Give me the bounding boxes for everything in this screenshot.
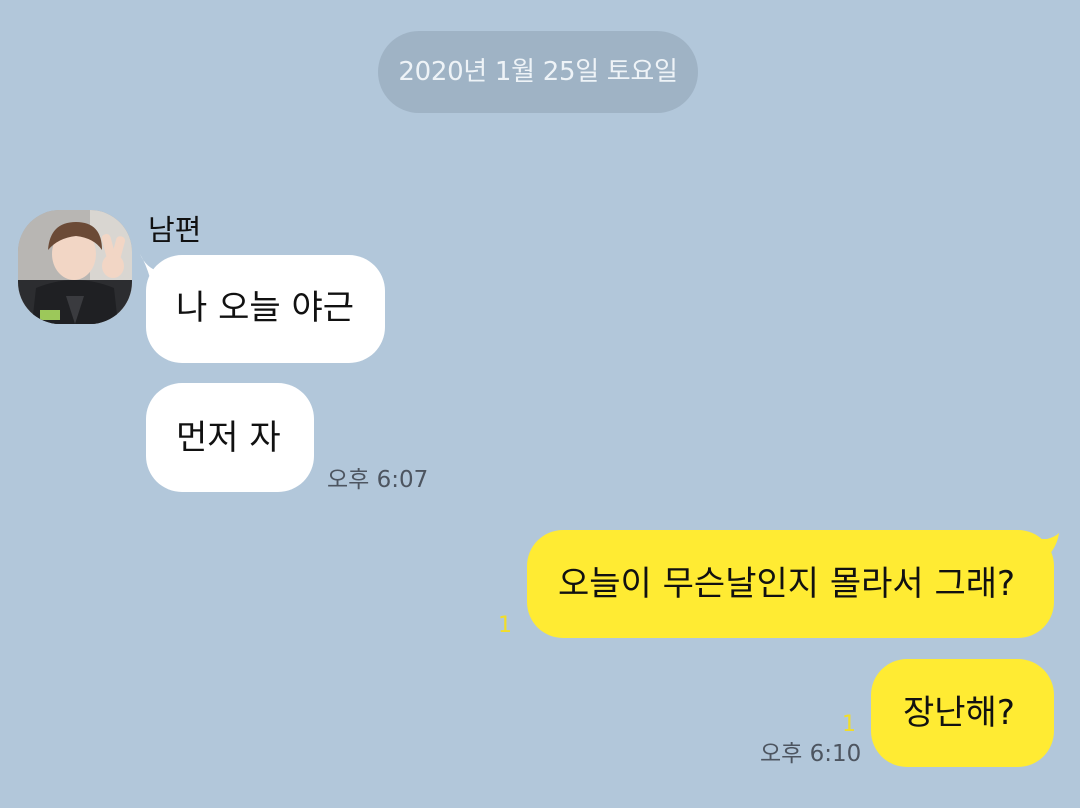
date-divider: 2020년 1월 25일 토요일 [378, 31, 698, 113]
avatar-image [18, 210, 132, 324]
message-time: 오후 6:07 [327, 467, 429, 493]
message-time: 오후 6:10 [760, 741, 862, 767]
sender-name: 남편 [148, 213, 202, 247]
message-text: 오늘이 무슨날인지 몰라서 그래? [558, 564, 1016, 604]
incoming-message-bubble[interactable]: 나 오늘 야근 [146, 255, 385, 363]
unread-count: 1 [498, 613, 512, 638]
message-text: 장난해? [903, 693, 1015, 733]
message-text: 나 오늘 야근 [176, 288, 355, 328]
incoming-message-bubble[interactable]: 먼저 자 [146, 383, 314, 492]
message-text: 먼저 자 [176, 418, 281, 458]
unread-count: 1 [842, 712, 856, 737]
profile-avatar[interactable] [18, 210, 132, 324]
outgoing-message-bubble[interactable]: 장난해? [871, 659, 1054, 767]
outgoing-message-bubble[interactable]: 오늘이 무슨날인지 몰라서 그래? [527, 530, 1054, 638]
